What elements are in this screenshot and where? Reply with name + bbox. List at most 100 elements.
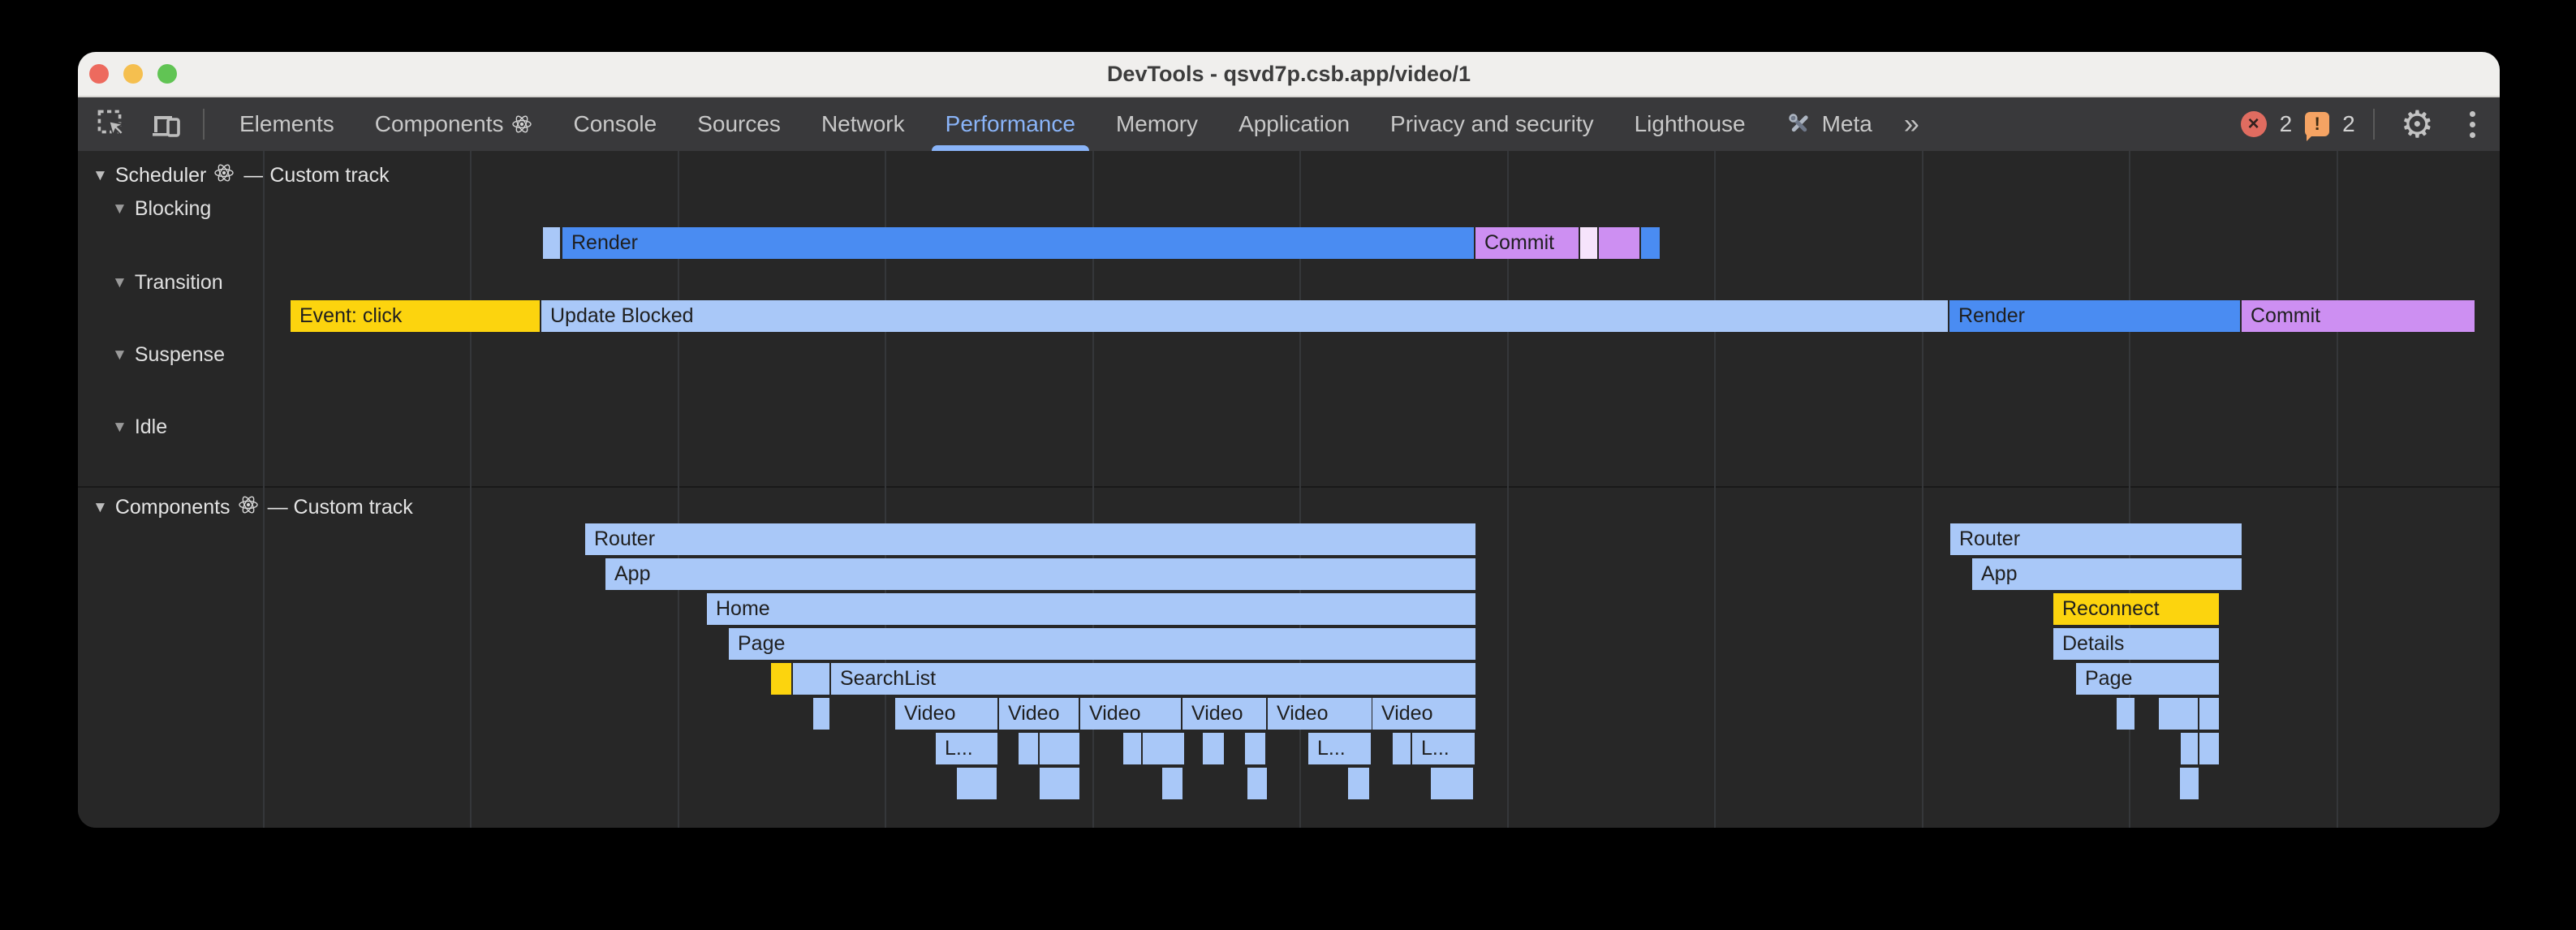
bar-page[interactable]: Page: [729, 628, 1475, 660]
error-badge-icon[interactable]: ×: [2241, 111, 2267, 137]
bar-update-blocked[interactable]: Update Blocked: [541, 300, 1948, 332]
issue-count: 2: [2342, 111, 2355, 137]
bar-commit[interactable]: Commit: [1475, 227, 1579, 259]
tab-label: Lighthouse: [1635, 111, 1746, 137]
bar-reconnect[interactable]: Reconnect: [2053, 593, 2219, 625]
bar-segment[interactable]: [1040, 733, 1079, 764]
bar-home[interactable]: Home: [707, 593, 1475, 625]
track-header-scheduler[interactable]: ▼ Scheduler — Custom track: [93, 162, 390, 189]
window-title: DevTools - qsvd7p.csb.app/video/1: [1107, 62, 1471, 87]
zoom-button[interactable]: [157, 64, 177, 84]
gridline: [2337, 151, 2338, 828]
more-tabs-chevron-icon[interactable]: »: [1904, 109, 1919, 140]
bar-segment[interactable]: [2181, 733, 2198, 764]
bar-commit[interactable]: Commit: [2242, 300, 2475, 332]
tab-label: Console: [573, 111, 657, 137]
bar-segment[interactable]: [1123, 733, 1141, 764]
lane-transition[interactable]: ▼ Transition: [112, 271, 223, 295]
lane-blocking[interactable]: ▼ Blocking: [112, 197, 211, 221]
bar-router[interactable]: Router: [585, 523, 1475, 555]
bar-segment[interactable]: [1641, 227, 1660, 259]
track-suffix: — Custom track: [243, 164, 389, 187]
react-atom-icon: [511, 114, 532, 135]
bar-segment[interactable]: [1040, 768, 1079, 799]
collapse-triangle-icon: ▼: [112, 419, 127, 437]
tab-sources[interactable]: Sources: [677, 97, 801, 151]
bar-l[interactable]: L...: [1412, 733, 1475, 764]
bar-segment[interactable]: [2117, 698, 2134, 730]
tab-label: Network: [821, 111, 905, 137]
window-titlebar[interactable]: DevTools - qsvd7p.csb.app/video/1: [78, 52, 2500, 97]
bar-segment[interactable]: [1580, 227, 1597, 259]
collapse-triangle-icon: ▼: [93, 167, 108, 185]
tab-elements[interactable]: Elements: [219, 97, 355, 151]
bar-segment[interactable]: [1019, 733, 1038, 764]
bar-segment[interactable]: [543, 227, 560, 259]
bar-searchlist[interactable]: SearchList: [831, 663, 1475, 695]
bar-segment[interactable]: [1599, 227, 1639, 259]
bar-segment[interactable]: [1431, 768, 1473, 799]
bar-segment[interactable]: [2159, 698, 2198, 730]
tab-lighthouse[interactable]: Lighthouse: [1614, 97, 1766, 151]
bar-segment[interactable]: [1245, 733, 1265, 764]
bar-l[interactable]: L...: [1308, 733, 1371, 764]
tab-performance[interactable]: Performance: [925, 97, 1096, 151]
bar-render[interactable]: Render: [562, 227, 1474, 259]
track-header-components[interactable]: ▼ Components — Custom track: [93, 494, 413, 521]
bar-render[interactable]: Render: [1949, 300, 2240, 332]
performance-flamechart-canvas[interactable]: ▼ Scheduler — Custom track ▼ Blocking ▼ …: [78, 151, 2500, 828]
issues-badge-icon[interactable]: !: [2305, 112, 2329, 136]
tab-label: Application: [1238, 111, 1350, 137]
tab-network[interactable]: Network: [801, 97, 925, 151]
close-button[interactable]: [89, 64, 109, 84]
bar-event-click[interactable]: Event: click: [291, 300, 540, 332]
bar-segment[interactable]: [1203, 733, 1224, 764]
bar-segment[interactable]: [1348, 768, 1369, 799]
tab-memory[interactable]: Memory: [1096, 97, 1218, 151]
tab-privacy-and-security[interactable]: Privacy and security: [1370, 97, 1614, 151]
react-atom-icon: [213, 162, 235, 183]
device-toolbar-icon[interactable]: [148, 106, 183, 142]
inspect-cursor-icon[interactable]: [94, 106, 130, 142]
bar-video[interactable]: Video: [1372, 698, 1475, 730]
tab-application[interactable]: Application: [1218, 97, 1370, 151]
atom-slot: [238, 494, 259, 521]
bar-video[interactable]: Video: [1080, 698, 1181, 730]
track-title: Components: [115, 496, 230, 519]
bar-segment[interactable]: [957, 768, 997, 799]
bar-video[interactable]: Video: [999, 698, 1079, 730]
bar-segment[interactable]: [1247, 768, 1267, 799]
kebab-menu-icon[interactable]: [2466, 108, 2479, 141]
bar-segment[interactable]: [2199, 698, 2219, 730]
lane-idle[interactable]: ▼ Idle: [112, 415, 167, 439]
gear-icon[interactable]: ⚙: [2401, 105, 2434, 143]
bar-video[interactable]: Video: [1182, 698, 1266, 730]
bar-segment[interactable]: [1143, 733, 1184, 764]
bar-app[interactable]: App: [605, 558, 1475, 590]
tab-label: Performance: [946, 111, 1075, 137]
bar-segment[interactable]: [771, 663, 791, 695]
bar-segment[interactable]: [2180, 768, 2199, 799]
atom-slot: [213, 162, 235, 189]
tab-components[interactable]: Components: [355, 97, 554, 151]
collapse-triangle-icon: ▼: [112, 274, 127, 292]
minimize-button[interactable]: [123, 64, 143, 84]
bar-segment[interactable]: [2199, 733, 2219, 764]
bar-segment[interactable]: [793, 663, 829, 695]
tab-meta[interactable]: Meta: [1766, 97, 1893, 151]
tab-label: Meta: [1822, 111, 1872, 137]
bar-video[interactable]: Video: [895, 698, 997, 730]
tab-label: Components: [375, 111, 504, 137]
tab-console[interactable]: Console: [553, 97, 677, 151]
bar-details[interactable]: Details: [2053, 628, 2219, 660]
bar-segment[interactable]: [1393, 733, 1411, 764]
bar-segment[interactable]: [1162, 768, 1182, 799]
bar-segment[interactable]: [813, 698, 829, 730]
lane-suspense[interactable]: ▼ Suspense: [112, 343, 225, 367]
bar-app[interactable]: App: [1972, 558, 2242, 590]
bar-video[interactable]: Video: [1268, 698, 1372, 730]
react-atom-icon: [238, 494, 259, 515]
bar-l[interactable]: L...: [936, 733, 997, 764]
bar-page[interactable]: Page: [2076, 663, 2219, 695]
bar-router[interactable]: Router: [1950, 523, 2242, 555]
